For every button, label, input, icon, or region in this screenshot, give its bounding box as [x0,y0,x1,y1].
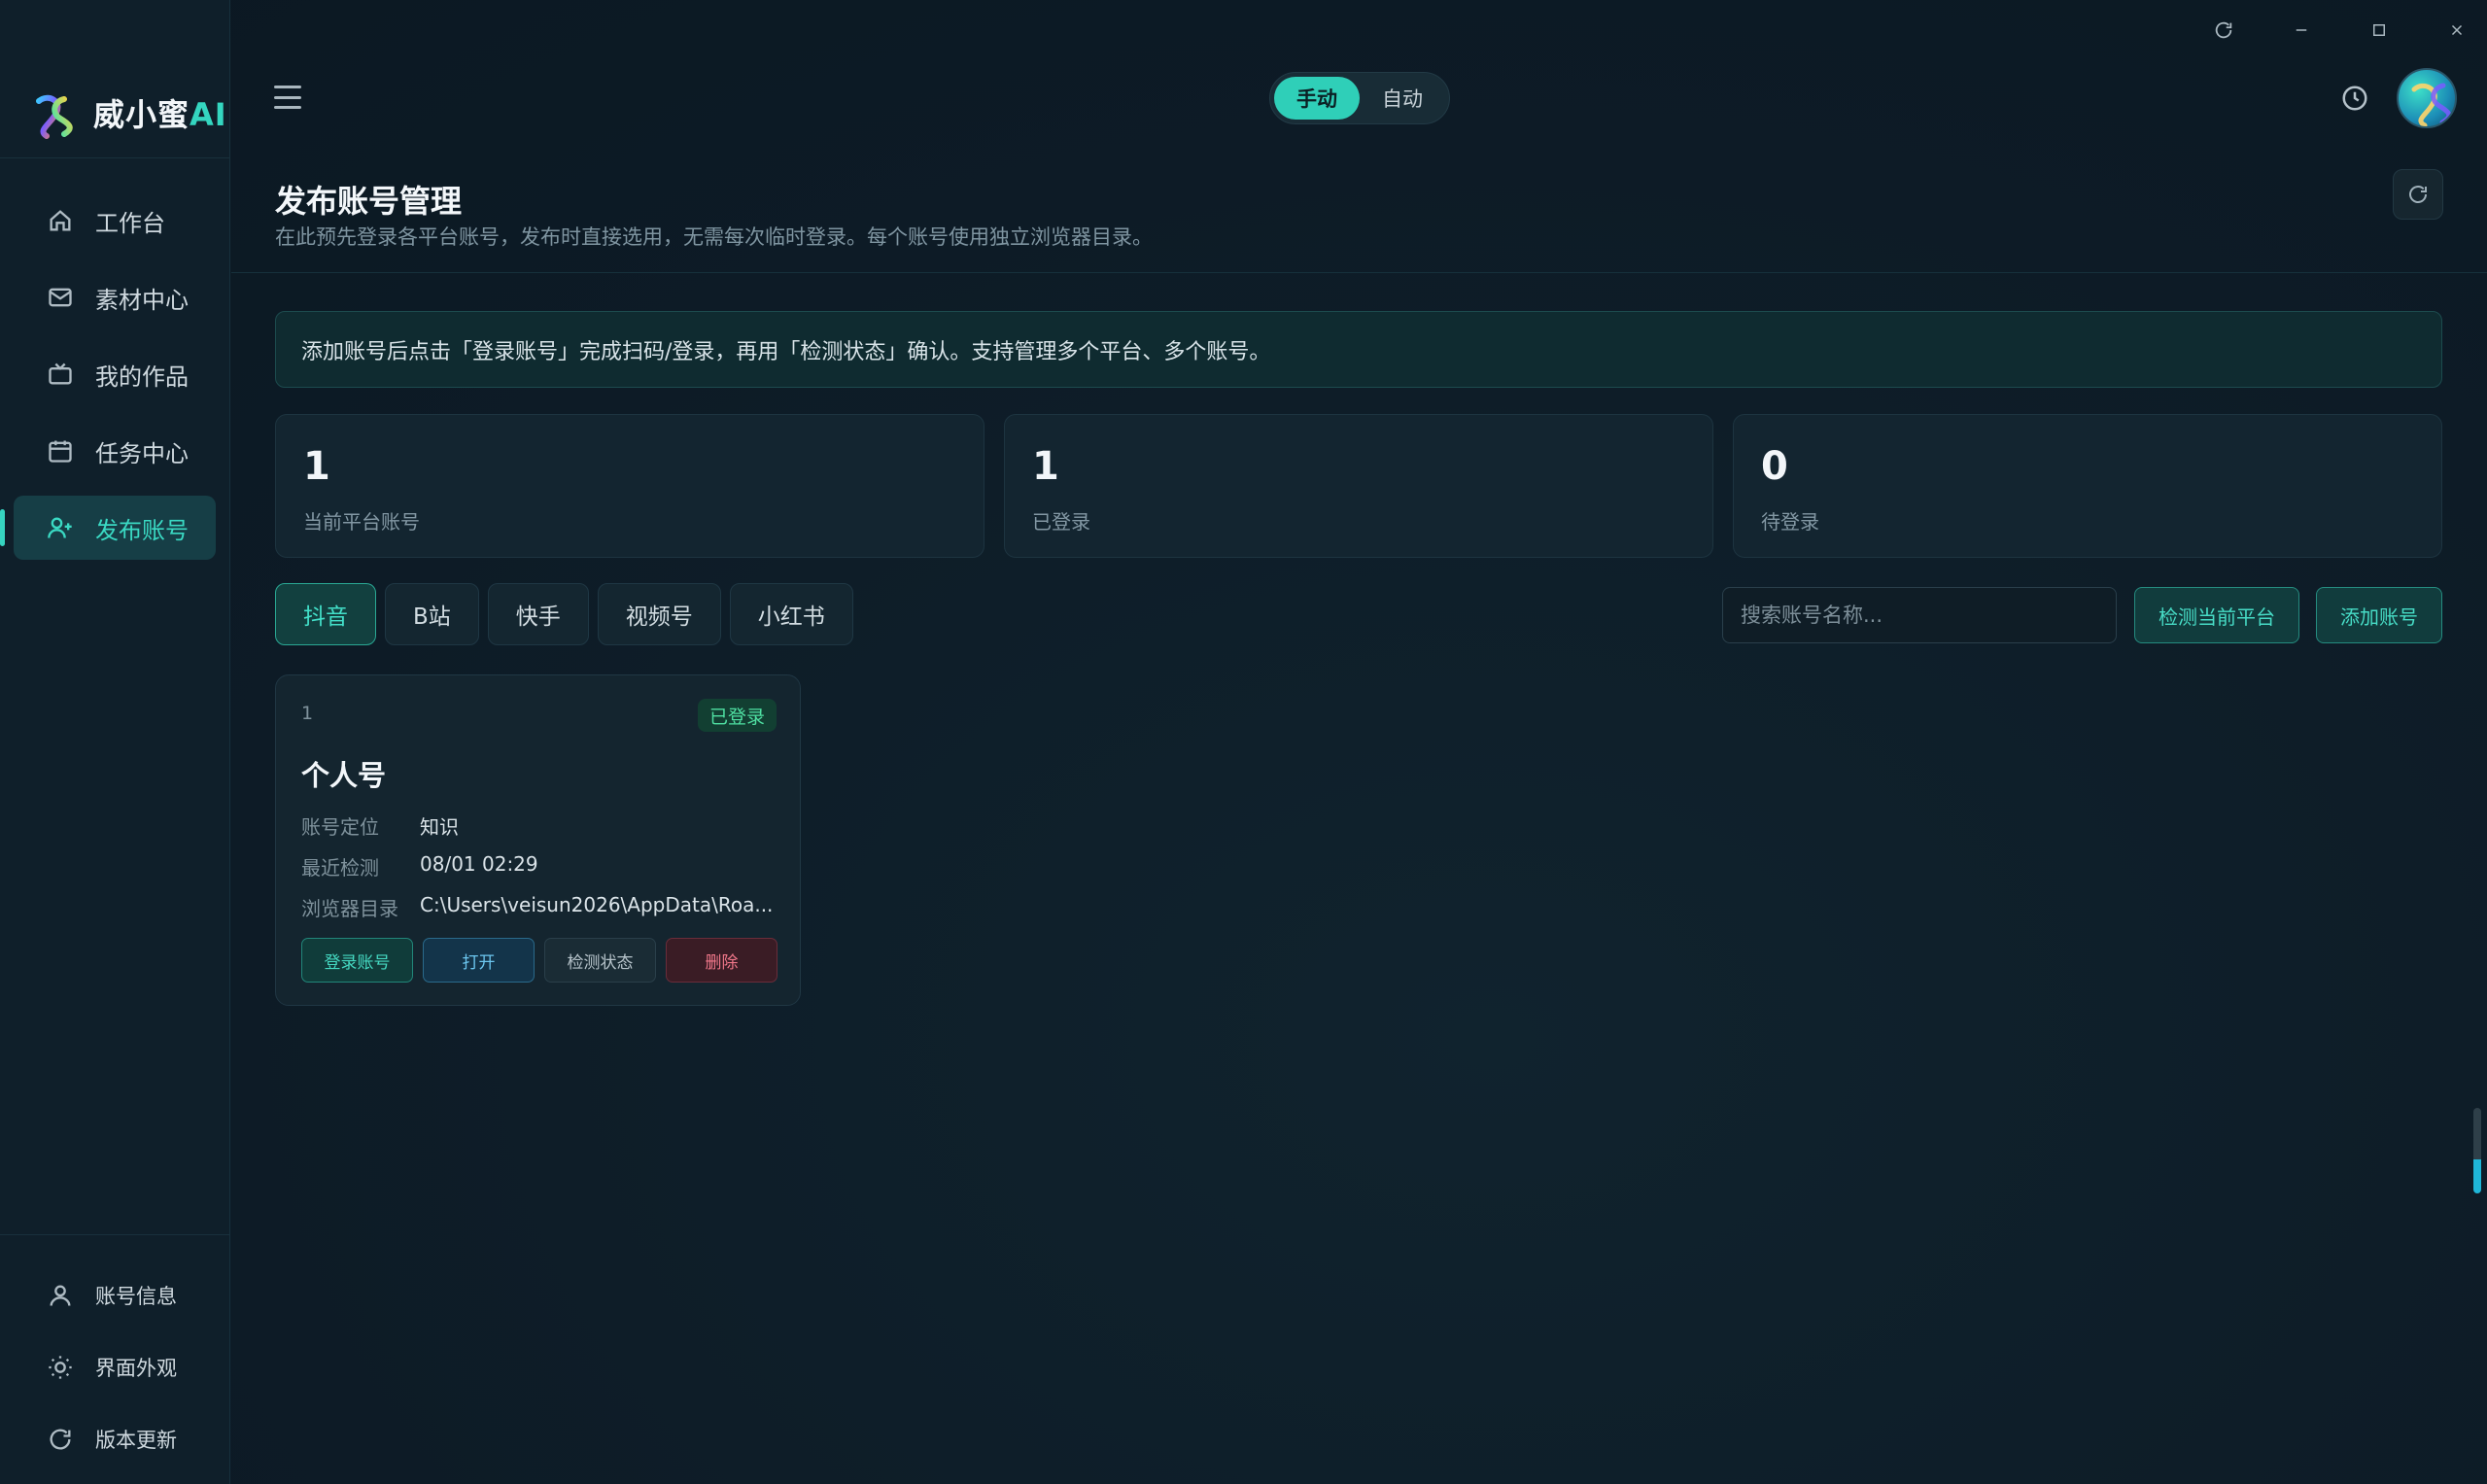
refresh-icon [2409,186,2427,203]
menu-toggle-icon[interactable] [274,86,301,109]
app-window: 威小蜜AI 工作台 素材中心 我的作品 任务中心 发布账号 账号信息 界面外观 … [0,0,2487,1484]
mode-toggle: 手动 自动 [1269,72,1450,124]
sidebar-nav: 工作台 素材中心 我的作品 任务中心 发布账号 [0,189,216,572]
divider [0,1234,230,1235]
stat-value: 0 [1761,444,1788,489]
home-icon [50,210,71,231]
sidebar-item-workbench[interactable]: 工作台 [14,189,216,253]
tab-bilibili[interactable]: B站 [385,583,479,645]
sidebar: 威小蜜AI 工作台 素材中心 我的作品 任务中心 发布账号 账号信息 界面外观 … [0,0,230,1484]
sidebar-item-label: 发布账号 [95,516,189,544]
info-notice: 添加账号后点击「登录账号」完成扫码/登录，再用「检测状态」确认。支持管理多个平台… [275,311,2442,388]
refresh-button[interactable] [2393,169,2443,220]
calendar-icon [49,440,72,463]
sidebar-item-appearance[interactable]: 界面外观 [47,1331,177,1403]
maximize-icon[interactable] [2363,14,2396,47]
sidebar-bottom: 账号信息 界面外观 版本更新 [47,1260,177,1475]
sidebar-item-works[interactable]: 我的作品 [14,342,216,406]
sun-icon [49,1356,72,1379]
mail-icon [49,288,72,307]
account-name: 个人号 [301,759,387,792]
stat-value: 1 [1032,444,1059,489]
add-account-button[interactable]: 添加账号 [2316,587,2442,643]
tab-kuaishou[interactable]: 快手 [487,583,589,645]
mode-manual-button[interactable]: 手动 [1274,77,1360,120]
account-index: 1 [301,703,314,724]
divider [0,157,230,158]
account-actions: 登录账号 打开 检测状态 删除 [301,938,777,983]
delete-button[interactable]: 删除 [666,938,777,983]
check-platform-button[interactable]: 检测当前平台 [2134,587,2299,643]
account-field-last-check: 最近检测 08/01 02:29 [301,852,779,880]
avatar[interactable] [2397,68,2457,128]
stat-label: 已登录 [1032,510,1090,534]
scrollbar[interactable] [2473,1108,2481,1193]
page-subtitle: 在此预先登录各平台账号，发布时直接选用，无需每次临时登录。每个账号使用独立浏览器… [275,225,1153,249]
refresh-icon [50,1429,71,1450]
history-icon[interactable] [2340,84,2369,113]
minimize-icon[interactable] [2285,14,2318,47]
stat-label: 当前平台账号 [303,510,420,534]
stat-card-platform-accounts: 1 当前平台账号 [275,414,984,558]
account-field-browser-dir: 浏览器目录 C:\Users\veisun2026\AppData\Roa... [301,893,779,921]
platform-tabs: 抖音 B站 快手 视频号 小红书 [275,583,853,645]
close-icon[interactable] [2440,14,2473,47]
sidebar-item-label: 我的作品 [95,362,189,391]
open-button[interactable]: 打开 [423,938,535,983]
reload-icon[interactable] [2207,14,2240,47]
tab-channels[interactable]: 视频号 [597,583,721,645]
field-label: 账号定位 [301,815,379,839]
field-value: 08/01 02:29 [420,852,538,876]
check-status-button[interactable]: 检测状态 [544,938,656,983]
sidebar-item-publish-accounts[interactable]: 发布账号 [0,496,216,560]
tab-douyin[interactable]: 抖音 [275,583,376,645]
stat-card-logged-in: 1 已登录 [1004,414,1713,558]
brand-name-suffix: AI [190,96,227,133]
login-account-button[interactable]: 登录账号 [301,938,413,983]
logo-icon [25,86,80,140]
user-icon [50,1285,71,1306]
status-badge: 已登录 [697,699,777,732]
field-value: 知识 [420,815,459,839]
sidebar-item-label: 账号信息 [95,1285,177,1308]
stat-card-pending-login: 0 待登录 [1733,414,2442,558]
sidebar-item-label: 界面外观 [95,1357,177,1380]
sidebar-item-tasks[interactable]: 任务中心 [14,419,216,483]
field-value: C:\Users\veisun2026\AppData\Roa... [420,893,774,916]
tab-xiaohongshu[interactable]: 小红书 [729,583,853,645]
sidebar-item-label: 素材中心 [95,286,189,314]
tv-icon [49,362,72,385]
user-plus-icon [48,517,72,538]
sidebar-item-account-info[interactable]: 账号信息 [47,1260,177,1331]
sidebar-item-label: 任务中心 [95,439,189,467]
page-title: 发布账号管理 [275,183,463,220]
field-label: 最近检测 [301,856,379,880]
stat-value: 1 [303,444,330,489]
account-card: 1 已登录 个人号 账号定位 知识 最近检测 08/01 02:29 浏览器目录… [275,674,801,1006]
sidebar-item-update[interactable]: 版本更新 [47,1403,177,1475]
stat-label: 待登录 [1761,510,1819,534]
sidebar-item-materials[interactable]: 素材中心 [14,265,216,329]
window-controls [2207,14,2473,47]
brand-name-text: 威小蜜 [93,96,190,133]
mode-auto-button[interactable]: 自动 [1360,77,1445,120]
account-field-positioning: 账号定位 知识 [301,811,779,840]
brand-logo[interactable]: 威小蜜AI [25,84,227,142]
info-notice-text: 添加账号后点击「登录账号」完成扫码/登录，再用「检测状态」确认。支持管理多个平台… [301,339,1271,364]
field-label: 浏览器目录 [301,897,398,920]
sidebar-item-label: 版本更新 [95,1429,177,1452]
search-input[interactable] [1722,587,2117,643]
sidebar-item-label: 工作台 [95,209,165,237]
brand-name: 威小蜜AI [93,90,227,135]
divider [231,272,2487,273]
